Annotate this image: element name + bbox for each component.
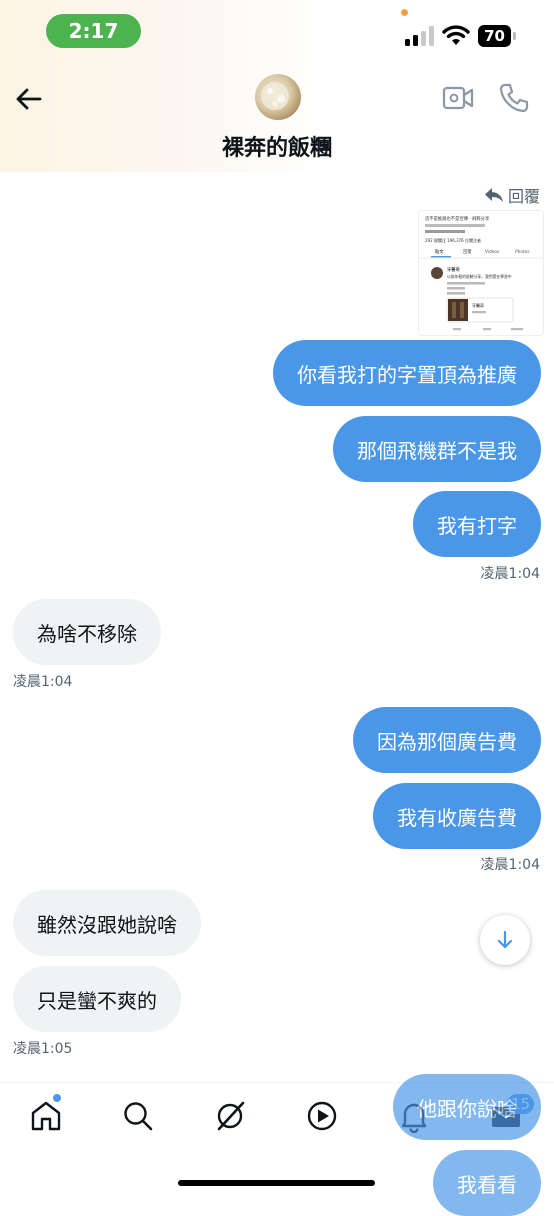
wifi-icon bbox=[442, 25, 470, 45]
search-icon[interactable] bbox=[121, 1099, 155, 1133]
attachment-tab-3: Photos bbox=[515, 249, 530, 255]
message-bubble-outgoing[interactable]: 你看我打的字置頂為推廣 bbox=[273, 340, 541, 406]
reply-icon bbox=[484, 188, 503, 202]
message-bubble-incoming[interactable]: 雖然沒跟她說啥 bbox=[13, 890, 201, 956]
phone-call-icon[interactable] bbox=[498, 82, 530, 114]
privacy-indicator-dot bbox=[401, 9, 408, 16]
attachment-post-link: 牙醫奇 bbox=[472, 302, 484, 308]
back-arrow-icon[interactable] bbox=[14, 84, 44, 114]
attachment-thumbnail[interactable]: 這不是推銷也不是宣傳 ‧ 純粹分享 292 個關注 196,376 位關注者 貼… bbox=[418, 210, 544, 336]
home-notification-dot bbox=[53, 1094, 61, 1102]
home-indicator bbox=[178, 1180, 375, 1186]
message-bubble-outgoing[interactable]: 我看看 bbox=[433, 1150, 541, 1216]
play-icon[interactable] bbox=[305, 1099, 339, 1133]
message-bubble-incoming[interactable]: 為啥不移除 bbox=[13, 599, 161, 665]
message-bubble-incoming[interactable]: 只是蠻不爽的 bbox=[13, 966, 181, 1032]
battery-cap bbox=[513, 32, 516, 40]
battery-level: 70 bbox=[478, 25, 511, 47]
message-bubble-outgoing[interactable]: 那個飛機群不是我 bbox=[333, 416, 541, 482]
attachment-post-text: 以前年輕的經驗分享，我們還在學習中 bbox=[447, 274, 512, 279]
grok-icon[interactable] bbox=[213, 1099, 247, 1133]
scroll-to-bottom-button[interactable] bbox=[480, 915, 530, 965]
message-timestamp: 凌晨1:04 bbox=[480, 566, 540, 582]
attachment-tab-1: 回覆 bbox=[463, 249, 472, 255]
contact-avatar[interactable] bbox=[255, 74, 301, 120]
reply-button[interactable]: 回覆 bbox=[484, 183, 540, 207]
message-bubble-outgoing[interactable]: 因為那個廣告費 bbox=[353, 707, 541, 773]
status-time: 2:17 bbox=[46, 14, 141, 48]
attachment-heading: 這不是推銷也不是宣傳 ‧ 純粹分享 bbox=[425, 215, 490, 222]
video-call-icon[interactable] bbox=[442, 84, 474, 112]
cellular-signal-icon bbox=[405, 26, 434, 46]
attachment-post-author: 牙醫奇 bbox=[447, 266, 461, 273]
attachment-tab-0: 貼文 bbox=[435, 248, 444, 255]
scroll-down-arrow-icon bbox=[497, 930, 513, 949]
message-bubble-outgoing[interactable]: 我有收廣告費 bbox=[373, 783, 541, 849]
contact-name[interactable]: 裸奔的飯糰 bbox=[0, 130, 554, 162]
attachment-stats: 292 個關注 196,376 位關注者 bbox=[425, 237, 481, 243]
message-bubble-outgoing[interactable]: 我有打字 bbox=[413, 491, 541, 557]
reply-label: 回覆 bbox=[507, 187, 540, 206]
home-icon[interactable] bbox=[29, 1099, 63, 1133]
message-bubble-outgoing[interactable]: 他跟你說啥 bbox=[393, 1074, 541, 1140]
battery-indicator: 70 bbox=[478, 25, 518, 47]
message-timestamp: 凌晨1:04 bbox=[13, 674, 73, 690]
message-timestamp: 凌晨1:05 bbox=[13, 1041, 73, 1057]
attachment-tab-2: Videos bbox=[485, 249, 500, 255]
message-timestamp: 凌晨1:04 bbox=[480, 857, 540, 873]
